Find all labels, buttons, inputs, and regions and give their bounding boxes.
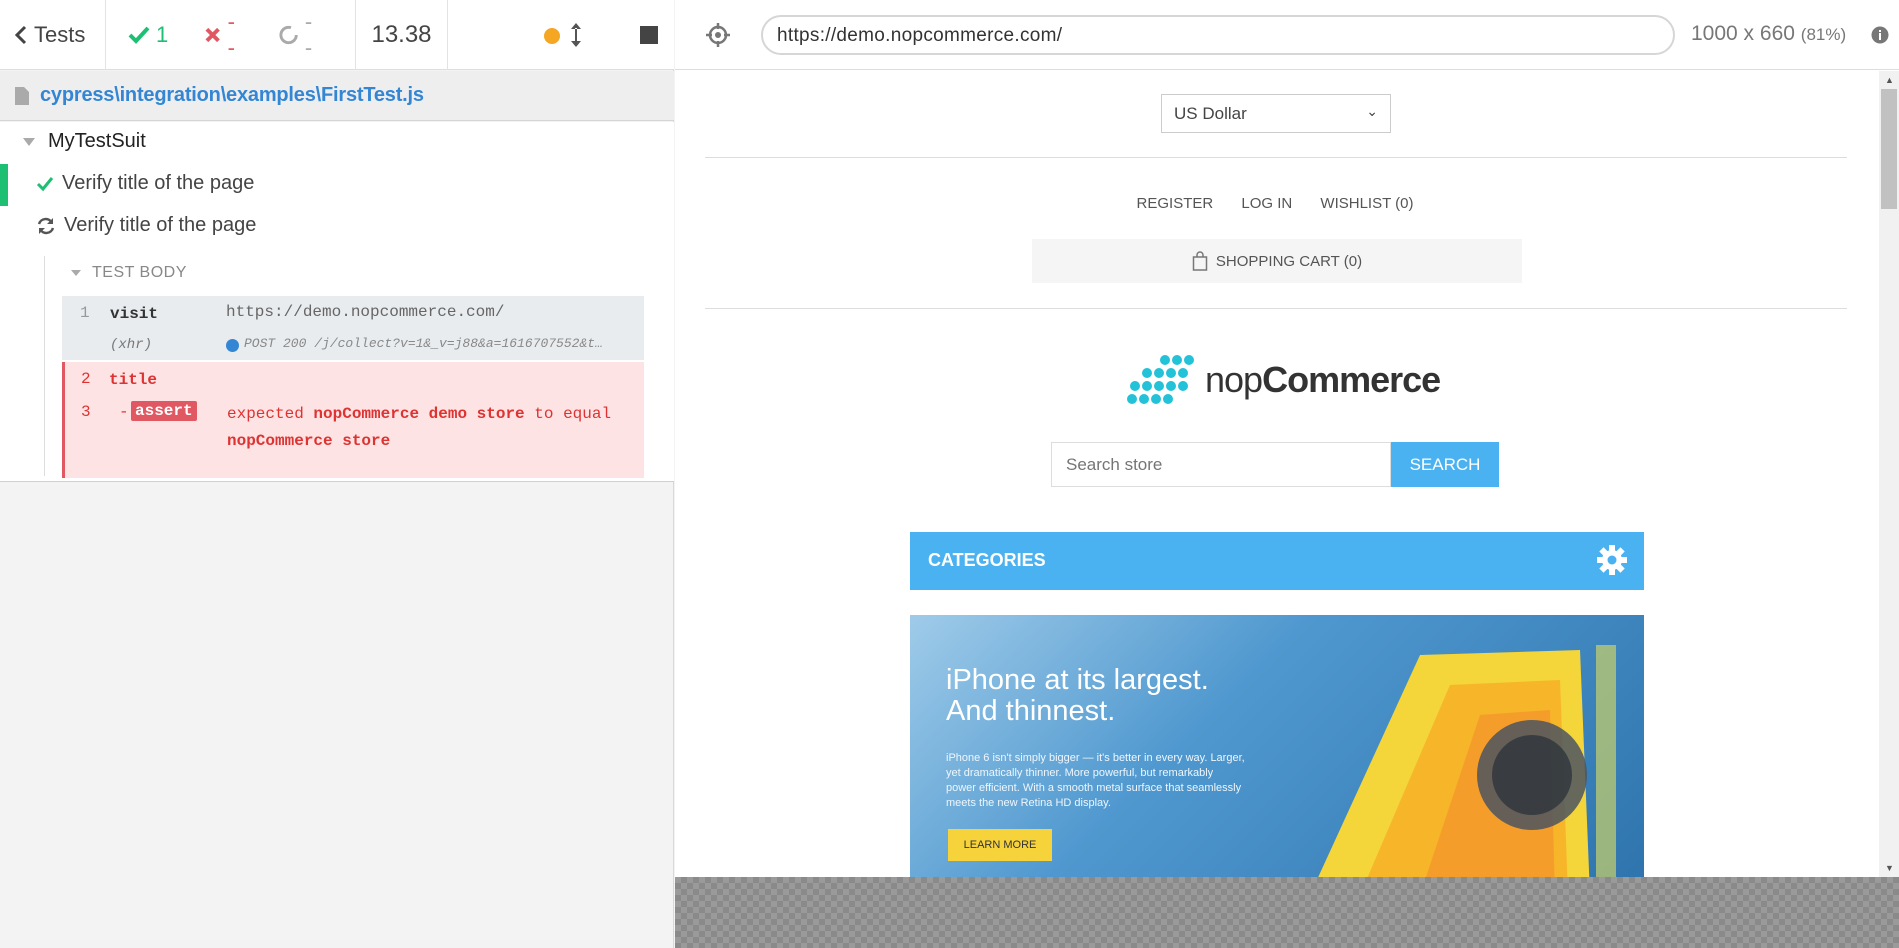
logo-dots-icon	[1127, 355, 1194, 404]
chevron-down-icon: ⌄	[1366, 103, 1378, 119]
passed-stat[interactable]: 1	[128, 22, 168, 48]
banner-copy: iPhone 6 isn't simply bigger — it's bett…	[946, 752, 1245, 809]
pending-circle-icon	[279, 25, 298, 44]
scrollbar[interactable]: ▲ ▼	[1879, 71, 1899, 877]
failed-count: --	[227, 8, 235, 60]
currency-select[interactable]: US Dollar ⌄	[1161, 94, 1391, 133]
viewport-zoom: (81%)	[1800, 25, 1847, 44]
command-name: visit	[110, 305, 159, 323]
spec-path-link[interactable]: cypress\integration\examples\FirstTest.j…	[40, 84, 424, 107]
scroll-thumb[interactable]	[1881, 89, 1897, 209]
pending-stat[interactable]: --	[278, 9, 319, 61]
scroll-down-icon[interactable]: ▼	[1885, 863, 1894, 873]
assert-actual: nopCommerce demo store	[313, 405, 525, 423]
search-input[interactable]	[1051, 442, 1391, 487]
command-number: 2	[81, 370, 91, 388]
command-number: 3	[81, 403, 91, 421]
search-box: SEARCH	[1051, 442, 1499, 487]
test-item-passed[interactable]: Verify title of the page	[36, 172, 254, 195]
test-body-header[interactable]: TEST BODY	[70, 264, 187, 282]
command-name: (xhr)	[110, 337, 153, 353]
currency-value: US Dollar	[1174, 104, 1247, 123]
aut-header: https://demo.nopcommerce.com/ 1000 x 660…	[675, 0, 1899, 70]
run-controls	[448, 0, 674, 70]
suite-label: MyTestSuit	[48, 130, 146, 152]
command-row-xhr[interactable]: (xhr) POST 200 /j/collect?v=1&_v=j88&a=1…	[62, 330, 644, 360]
suite-title[interactable]: MyTestSuit	[22, 130, 146, 153]
categories-bar[interactable]: CATEGORIES	[910, 532, 1644, 590]
banner-title: iPhone at its largest. And thinnest.	[946, 664, 1209, 727]
viewport-background	[675, 877, 1899, 948]
aut-iframe: US Dollar ⌄ REGISTER LOG IN WISHLIST (0)…	[675, 71, 1899, 877]
command-guide-line	[44, 256, 45, 476]
xhr-dot-icon	[226, 339, 239, 352]
categories-label: CATEGORIES	[928, 550, 1046, 570]
cart-label: SHOPPING CART (0)	[1215, 252, 1363, 270]
test-body-label: TEST BODY	[92, 264, 187, 281]
x-icon	[205, 27, 221, 42]
spec-file-bar: cypress\integration\examples\FirstTest.j…	[0, 71, 674, 121]
shopping-bag-icon	[1192, 251, 1208, 271]
reporter-header: Tests 1 -- -- 13.38	[0, 0, 674, 70]
test-title: Verify title of the page	[64, 214, 257, 236]
refresh-icon	[37, 217, 55, 234]
test-runner: MyTestSuit Verify title of the page Veri…	[0, 122, 674, 482]
shopping-cart-link[interactable]: SHOPPING CART (0)	[1032, 239, 1522, 283]
file-icon	[15, 86, 29, 105]
search-button[interactable]: SEARCH	[1391, 442, 1499, 487]
assert-expected: nopCommerce store	[227, 432, 391, 450]
failed-stat[interactable]: --	[204, 9, 241, 61]
failed-command-block[interactable]: 2 title 3 - assert expected nopCommerce …	[62, 362, 644, 478]
assert-text: to equal	[534, 405, 612, 423]
tests-label: Tests	[34, 21, 86, 47]
duration: 13.38	[356, 0, 448, 70]
chevron-left-icon	[14, 25, 27, 44]
app-under-test-panel: https://demo.nopcommerce.com/ 1000 x 660…	[675, 0, 1899, 948]
test-title: Verify title of the page	[62, 172, 255, 194]
register-link[interactable]: REGISTER	[1137, 195, 1214, 212]
runner-panel: Tests 1 -- -- 13.38 cypress\integration\…	[0, 0, 674, 948]
learn-more-button[interactable]: LEARN MORE	[948, 829, 1052, 861]
login-link[interactable]: LOG IN	[1241, 195, 1292, 212]
assert-message: expected nopCommerce demo store to equal…	[227, 401, 647, 455]
phone-image	[1318, 645, 1616, 877]
header-links: REGISTER LOG IN WISHLIST (0)	[675, 195, 1875, 212]
stats: 1 -- --	[106, 0, 356, 70]
stop-button[interactable]	[640, 25, 658, 44]
assert-text: expected	[227, 405, 304, 423]
test-item-running[interactable]: Verify title of the page	[36, 214, 256, 237]
pending-count: --	[304, 8, 313, 60]
check-icon	[128, 26, 150, 44]
divider	[705, 308, 1847, 309]
viewport-size: 1000 x 660	[1691, 22, 1795, 45]
hero-banner[interactable]: iPhone at its largest. And thinnest. iPh…	[910, 615, 1644, 877]
tests-button[interactable]: Tests	[0, 0, 106, 70]
selector-playground-icon[interactable]	[705, 22, 731, 48]
divider	[705, 157, 1847, 158]
pass-indicator	[0, 164, 8, 206]
expand-vertical-icon[interactable]	[570, 22, 582, 48]
gear-icon	[1597, 545, 1627, 575]
command-message: https://demo.nopcommerce.com/	[226, 303, 505, 321]
assert-badge: assert	[131, 401, 197, 421]
check-icon	[36, 176, 54, 191]
scroll-up-icon[interactable]: ▲	[1885, 75, 1894, 85]
command-message: POST 200 /j/collect?v=1&_v=j88&a=1616707…	[244, 336, 603, 351]
command-row[interactable]: 1 visit https://demo.nopcommerce.com/	[62, 296, 644, 330]
url-display[interactable]: https://demo.nopcommerce.com/	[761, 15, 1675, 55]
running-indicator-icon	[544, 27, 560, 44]
caret-down-icon	[23, 137, 35, 146]
caret-down-icon	[71, 270, 81, 276]
viewport-info: 1000 x 660 (81%)	[1691, 22, 1846, 46]
passed-count: 1	[156, 21, 169, 47]
site-logo[interactable]: nopCommerce	[1125, 353, 1441, 407]
logo-text: nopCommerce	[1205, 359, 1441, 400]
info-icon[interactable]	[1871, 26, 1889, 44]
command-number: 1	[80, 304, 90, 322]
wishlist-link[interactable]: WISHLIST (0)	[1320, 195, 1413, 212]
command-name: title	[109, 371, 158, 389]
assert-prefix: -	[119, 403, 129, 421]
